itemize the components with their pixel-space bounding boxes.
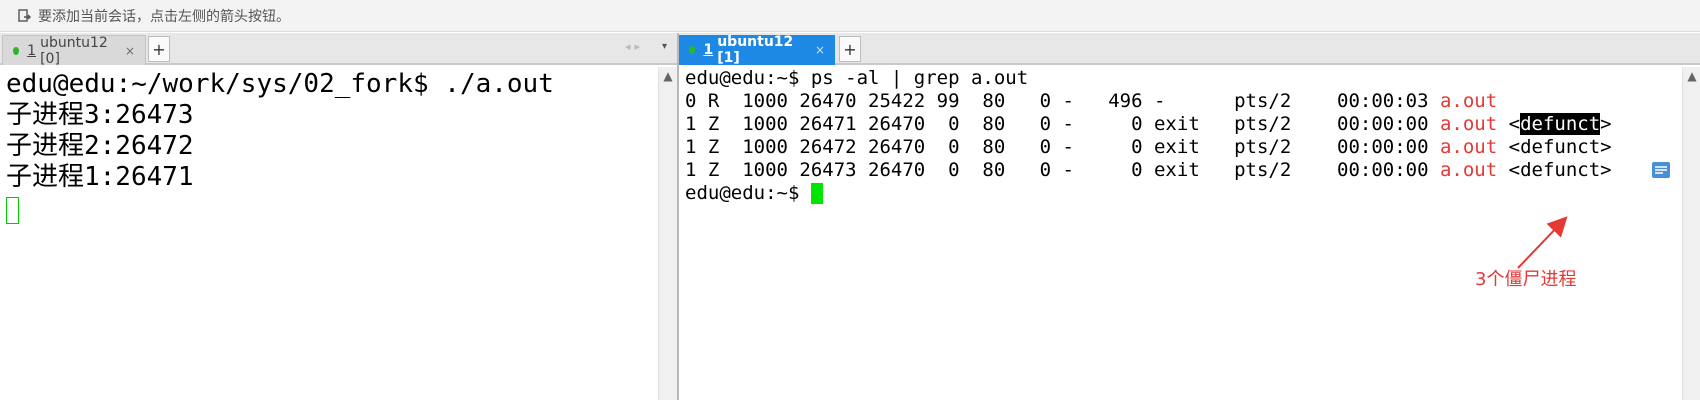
terminal-line: edu@edu:~/work/sys/02_fork$ ./a.out — [6, 69, 554, 99]
tab-menu-dropdown-icon[interactable]: ▾ — [662, 41, 667, 52]
process-name: a.out — [1439, 113, 1498, 135]
terminal-line: 子进程3:26473 — [6, 100, 194, 130]
right-terminal[interactable]: edu@edu:~$ ps -al | grep a.out 0 R 1000 … — [679, 65, 1700, 400]
note-icon[interactable] — [1650, 160, 1672, 182]
left-session-pane: 1 ubuntu12 [0] × + ◂▸ ▾ edu@edu:~/work/s… — [0, 33, 677, 400]
terminal-cursor — [6, 197, 19, 224]
process-fields: 1 Z 1000 26472 26470 0 80 0 - 0 exit pts… — [685, 136, 1440, 158]
add-session-arrow-icon[interactable] — [18, 8, 32, 23]
left-vertical-scrollbar[interactable]: ▲ — [658, 67, 677, 400]
terminal-line: 子进程1:26471 — [6, 162, 194, 192]
process-fields: 1 Z 1000 26471 26470 0 80 0 - 0 exit pts… — [685, 113, 1440, 135]
scroll-up-icon[interactable]: ▲ — [659, 69, 677, 83]
new-tab-button[interactable]: + — [839, 36, 861, 62]
left-terminal[interactable]: edu@edu:~/work/sys/02_fork$ ./a.out 子进程3… — [0, 65, 677, 400]
tab-close-icon[interactable]: × — [125, 44, 135, 58]
right-session-pane: 1 ubuntu12 [1] × + edu@edu:~$ ps -al | g… — [679, 33, 1700, 400]
process-fields: 0 R 1000 26470 25422 99 80 0 - 496 - pts… — [685, 90, 1440, 112]
tab-close-icon[interactable]: × — [815, 43, 825, 57]
tab-number: 1 — [703, 42, 714, 58]
new-tab-button[interactable]: + — [148, 36, 170, 62]
terminal-line: edu@edu:~$ ps -al | grep a.out — [685, 67, 1029, 89]
tab-ubuntu12-1[interactable]: 1 ubuntu12 [1] × — [679, 34, 835, 66]
process-row: 1 Z 1000 26473 26470 0 80 0 - 0 exit pts… — [685, 159, 1700, 182]
process-state: <defunct> — [1497, 159, 1612, 181]
scroll-up-icon[interactable]: ▲ — [1683, 69, 1700, 83]
process-state: <defunct> — [1497, 136, 1612, 158]
right-tab-strip: 1 ubuntu12 [1] × + — [679, 33, 1700, 66]
terminal-line: 子进程2:26472 — [6, 131, 194, 161]
process-row: 1 Z 1000 26471 26470 0 80 0 - 0 exit pts… — [685, 113, 1612, 135]
process-name: a.out — [1439, 136, 1498, 158]
right-vertical-scrollbar[interactable]: ▲ — [1682, 67, 1700, 400]
tab-label: ubuntu12 [1] — [717, 34, 794, 66]
process-name: a.out — [1439, 90, 1498, 112]
connected-status-dot-icon — [13, 46, 20, 55]
tab-ubuntu12-0[interactable]: 1 ubuntu12 [0] × — [2, 34, 146, 67]
shell-prompt: edu@edu:~$ — [685, 182, 811, 204]
zombie-annotation-label: 3个僵尸进程 — [1475, 269, 1577, 290]
tab-label: ubuntu12 [0] — [40, 34, 108, 67]
tab-number: 1 — [27, 42, 37, 59]
process-row: 0 R 1000 26470 25422 99 80 0 - 496 - pts… — [685, 90, 1700, 113]
connected-status-dot-icon — [689, 46, 696, 54]
process-row: 1 Z 1000 26472 26470 0 80 0 - 0 exit pts… — [685, 136, 1700, 159]
hint-text: 要添加当前会话，点击左侧的箭头按钮。 — [38, 8, 290, 25]
tab-scroll-arrows-icon[interactable]: ◂▸ — [625, 40, 644, 53]
process-name: a.out — [1439, 159, 1498, 181]
highlighted-search-match: defunct — [1520, 113, 1601, 135]
terminal-cursor — [810, 183, 823, 204]
hint-bar: 要添加当前会话，点击左侧的箭头按钮。 — [0, 0, 1700, 32]
left-tab-strip: 1 ubuntu12 [0] × + ◂▸ ▾ — [0, 33, 677, 67]
process-fields: 1 Z 1000 26473 26470 0 80 0 - 0 exit pts… — [685, 159, 1440, 181]
